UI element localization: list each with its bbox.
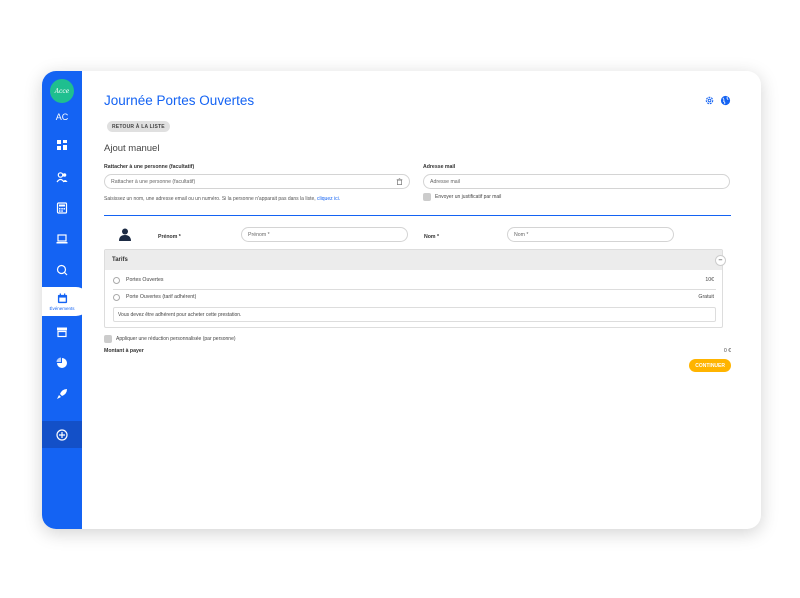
hint-text: Saisissez un nom, une adresse email ou u… (104, 196, 340, 202)
tarif-label: Porte Ouvertes (tarif adhérent) (126, 294, 197, 300)
collapse-button[interactable]: – (715, 255, 726, 266)
tarif-option[interactable]: Porte Ouvertes (tarif adhérent) Gratuit (113, 291, 714, 303)
logo[interactable]: Acce (50, 79, 74, 103)
tarif-price: Gratuit (698, 294, 714, 300)
rocket-icon[interactable] (42, 383, 82, 405)
gear-icon[interactable] (704, 93, 715, 105)
click-here-link[interactable]: cliquez ici. (317, 196, 340, 202)
calculator-icon[interactable] (42, 197, 82, 219)
header-actions (704, 93, 731, 106)
tarif-price: 10€ (705, 277, 714, 283)
chat-icon[interactable] (42, 259, 82, 281)
hint-message: Saisissez un nom, une adresse email ou u… (104, 196, 316, 202)
app-window: Acce AC Événements Journée Portes Ouvert… (42, 71, 761, 529)
main-content: Journée Portes Ouvertes RETOUR À LA LIST… (104, 71, 731, 529)
radio-button[interactable] (113, 276, 120, 284)
firstname-placeholder: Prénom * (248, 231, 270, 238)
radio-button[interactable] (113, 293, 120, 301)
lastname-placeholder: Nom * (514, 231, 529, 238)
row-divider (113, 289, 716, 290)
sidebar: Acce AC Événements (42, 71, 90, 529)
divider (104, 215, 731, 216)
back-to-list-button[interactable]: RETOUR À LA LISTE (107, 121, 170, 132)
link-person-placeholder: Rattacher à une personne (facultatif) (111, 178, 196, 185)
plus-circle-icon (56, 428, 68, 441)
sidebar-item-events[interactable]: Événements (42, 287, 90, 316)
tarifs-header[interactable]: Tarifs – (105, 250, 726, 270)
tarifs-title: Tarifs (112, 257, 128, 263)
sidebar-item-label: Événements (49, 305, 75, 311)
tarif-label: Portes Ouvertes (126, 277, 164, 283)
firstname-input[interactable]: Prénom * (241, 227, 408, 242)
amount-value: 0 € (724, 348, 731, 354)
tarifs-panel: Tarifs – Portes Ouvertes 10€ Porte Ouver… (104, 249, 726, 328)
member-notice: Vous devez être adhérent pour acheter ce… (113, 307, 716, 322)
logo-text: Acce (54, 87, 70, 95)
globe-icon[interactable] (720, 93, 731, 106)
section-title: Ajout manuel (104, 143, 160, 154)
lastname-label: Nom * (424, 234, 439, 240)
users-icon[interactable] (42, 166, 82, 188)
laptop-icon[interactable] (42, 228, 82, 250)
page-title: Journée Portes Ouvertes (104, 93, 255, 108)
person-icon (119, 228, 131, 241)
discount-checkbox[interactable] (104, 335, 112, 343)
send-receipt-label: Envoyer un justificatif par mail (435, 194, 502, 200)
add-button[interactable] (42, 421, 82, 448)
dashboard-icon[interactable] (42, 134, 82, 156)
continue-button[interactable]: CONTINUER (689, 359, 731, 372)
pie-icon[interactable] (42, 352, 82, 374)
email-input[interactable]: Adresse mail (423, 174, 730, 189)
user-initials[interactable]: AC (42, 112, 82, 122)
calendar-icon (57, 292, 67, 303)
email-label: Adresse mail (423, 164, 456, 170)
firstname-label: Prénom * (158, 234, 181, 240)
discount-label: Appliquer une réduction personnalisée (p… (116, 336, 236, 342)
amount-label: Montant à payer (104, 348, 144, 354)
link-person-label: Rattacher à une personne (facultatif) (104, 164, 195, 170)
tarif-option[interactable]: Portes Ouvertes 10€ (113, 274, 714, 286)
link-person-input[interactable]: Rattacher à une personne (facultatif) (104, 174, 410, 189)
store-icon[interactable] (42, 321, 82, 343)
trash-icon[interactable] (396, 178, 403, 185)
lastname-input[interactable]: Nom * (507, 227, 674, 242)
email-placeholder: Adresse mail (430, 178, 460, 185)
send-receipt-checkbox[interactable] (423, 193, 431, 201)
